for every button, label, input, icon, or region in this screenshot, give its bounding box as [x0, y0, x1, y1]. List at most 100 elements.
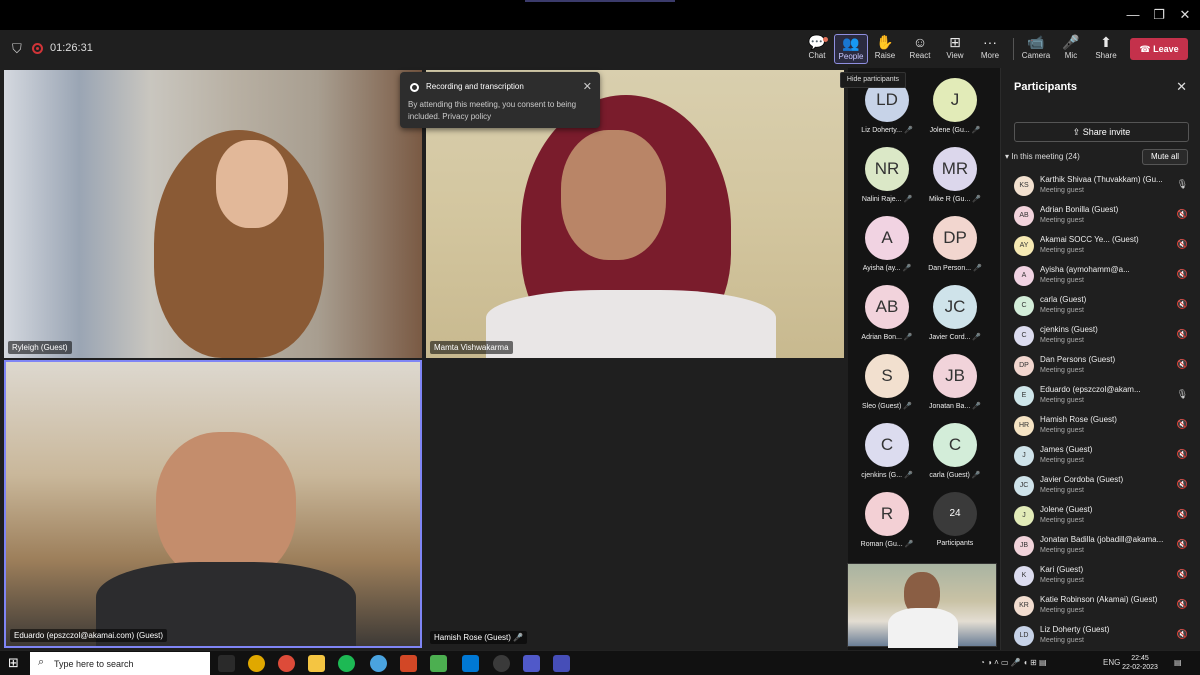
mic-off-icon: 🎤 [902, 541, 914, 548]
app-icon[interactable] [370, 655, 387, 672]
mic-off-icon[interactable]: 🔇 [1177, 569, 1188, 580]
participant-name: Dan Persons (Guest) [1040, 355, 1116, 364]
react-button[interactable]: ☺ React [903, 34, 937, 64]
notification-center-icon[interactable]: ▤ [1174, 658, 1182, 667]
grid-participant[interactable]: R Roman (Gu... 🎤 [852, 484, 922, 552]
self-view-video[interactable] [847, 563, 997, 648]
mic-off-icon[interactable]: 🔇 [1177, 329, 1188, 340]
grid-participant[interactable]: Ccjenkins (G... 🎤 [852, 415, 922, 483]
participant-row[interactable]: J Jolene (Guest) Meeting guest 🔇 [1014, 501, 1194, 531]
mic-off-icon[interactable]: 🔇 [1177, 509, 1188, 520]
mic-off-icon: 🎤 [902, 127, 913, 134]
close-panel-icon[interactable]: ✕ [1176, 79, 1187, 95]
participant-row[interactable]: KR Katie Robinson (Akamai) (Guest) Meeting… [1014, 591, 1194, 621]
task-view-icon[interactable] [218, 655, 235, 672]
mic-off-icon[interactable]: 🔇 [1177, 359, 1188, 370]
teams-icon[interactable] [523, 655, 540, 672]
close-window-button[interactable]: ✕ [1170, 6, 1200, 24]
mic-off-icon: 🎤 [901, 196, 913, 203]
mic-off-icon[interactable]: 🔇 [1177, 539, 1188, 550]
mic-off-icon[interactable]: 🔇 [1177, 209, 1188, 220]
mic-off-icon[interactable]: 🔇 [1177, 449, 1188, 460]
participant-role: Meeting guest [1040, 427, 1084, 434]
notification-body[interactable]: By attending this meeting, you consent t… [408, 99, 588, 123]
participant-row[interactable]: JB Jonatan Badilla (jobadill@akama... Meet… [1014, 531, 1194, 561]
grid-participant[interactable]: JC Javier Cord... 🎤 [920, 277, 990, 345]
close-icon[interactable]: ✕ [583, 80, 592, 93]
participant-name: Nalini Raje... 🎤 [861, 196, 913, 203]
grid-participant[interactable]: 24 Participants [920, 484, 990, 552]
settings-icon[interactable] [493, 655, 510, 672]
participant-row[interactable]: A Ayisha (aymohamm@a... Meeting guest 🔇 [1014, 261, 1194, 291]
chat-button[interactable]: 💬 Chat [800, 34, 834, 64]
participant-role: Meeting guest [1040, 367, 1084, 374]
participant-row[interactable]: AY Akamai SOCC Ye... (Guest) Meeting guest… [1014, 231, 1194, 261]
powerpoint-icon[interactable] [400, 655, 417, 672]
participant-row[interactable]: J James (Guest) Meeting guest 🔇 [1014, 441, 1194, 471]
taskbar-search[interactable]: ⌕ Type here to search [30, 652, 210, 675]
participant-role: Meeting guest [1040, 577, 1084, 584]
sticky-notes-icon[interactable] [308, 655, 325, 672]
mic-off-icon[interactable]: 🔇 [1177, 479, 1188, 490]
mic-button[interactable]: 🎤 Mic [1054, 34, 1088, 64]
video-tile[interactable]: Hamish Rose (Guest) 🎤 [426, 360, 844, 648]
participant-row[interactable]: KS Karthik Shivaa (Thuvakkam) (Gu... Meeti… [1014, 171, 1194, 201]
share-button[interactable]: ⬆ Share [1089, 34, 1123, 64]
avatar: E [1014, 386, 1034, 406]
grid-participant[interactable]: JB Jonatan Ba... 🎤 [920, 346, 990, 414]
grid-participant[interactable]: MR Mike R (Gu... 🎤 [920, 139, 990, 207]
sheets-icon[interactable] [430, 655, 447, 672]
teams-active-icon[interactable] [553, 655, 570, 672]
mic-off-icon[interactable]: 🔇 [1177, 629, 1188, 640]
taskbar-clock[interactable]: 22:45 22-02-2023 [1119, 654, 1161, 672]
participant-row[interactable]: AB Adrian Bonilla (Guest) Meeting guest 🔇 [1014, 201, 1194, 231]
windows-start-icon[interactable]: ⊞ [8, 656, 22, 670]
participant-role: Meeting guest [1040, 217, 1084, 224]
participant-name: cjenkins (Guest) [1040, 325, 1098, 334]
video-tile[interactable]: Ryleigh (Guest) [4, 70, 422, 358]
more-button[interactable]: ··· More [973, 34, 1007, 64]
microphone-icon[interactable]: 🎙 [1177, 179, 1188, 190]
grid-participant[interactable]: NR Nalini Raje... 🎤 [852, 139, 922, 207]
grid-participant[interactable]: S Sleo (Guest) 🎤 [852, 346, 922, 414]
mic-off-icon[interactable]: 🔇 [1177, 269, 1188, 280]
microphone-icon[interactable]: 🎙 [1177, 389, 1188, 400]
participant-row[interactable]: E Eduardo (epszczol@akam... Meeting guest 🎙 [1014, 381, 1194, 411]
mic-off-icon[interactable]: 🔇 [1177, 599, 1188, 610]
view-button[interactable]: ⊞ View [938, 34, 972, 64]
outlook-icon[interactable] [462, 655, 479, 672]
grid-participant[interactable]: Ccarla (Guest) 🎤 [920, 415, 990, 483]
participant-row[interactable]: K Kari (Guest) Meeting guest 🔇 [1014, 561, 1194, 591]
grid-participant[interactable]: J Jolene (Gu... 🎤 [920, 70, 990, 138]
spotify-icon[interactable] [338, 655, 355, 672]
mic-off-icon[interactable]: 🔇 [1177, 239, 1188, 250]
grid-participant[interactable]: DP Dan Person... 🎤 [920, 208, 990, 276]
share-invite-button[interactable]: ⇪ Share invite [1014, 122, 1189, 142]
participant-row[interactable]: Ccjenkins (Guest) Meeting guest 🔇 [1014, 321, 1194, 351]
mic-off-icon: 🎤 [971, 265, 982, 272]
tray-icons[interactable]: ◔ ◑ ˄ ▭ 🎤 ◖ ⊞ ▤ [980, 658, 1047, 667]
camera-button[interactable]: 📹 Camera [1019, 34, 1053, 64]
participant-row[interactable]: HR Hamish Rose (Guest) Meeting guest 🔇 [1014, 411, 1194, 441]
avatar: 24 [933, 492, 977, 536]
participant-name: Eduardo (epszczol@akam... [1040, 385, 1141, 394]
people-button[interactable]: 👥 People [834, 34, 868, 64]
mic-off-icon[interactable]: 🔇 [1177, 299, 1188, 310]
mute-all-button[interactable]: Mute all [1142, 149, 1188, 165]
mic-off-icon[interactable]: 🔇 [1177, 419, 1188, 430]
participant-name: Mike R (Gu... 🎤 [929, 196, 981, 203]
chrome-profile-icon[interactable] [278, 655, 295, 672]
participant-row[interactable]: LD Liz Doherty (Guest) Meeting guest 🔇 [1014, 621, 1194, 651]
video-tile-active-speaker[interactable]: Eduardo (epszczol@akamai.com) (Guest) [4, 360, 422, 648]
mic-off-icon: 🎤 [969, 127, 981, 134]
grid-participant[interactable]: A Ayisha (ay... 🎤 [852, 208, 922, 276]
chrome-icon[interactable] [248, 655, 265, 672]
raise-hand-button[interactable]: ✋ Raise [868, 34, 902, 64]
leave-button[interactable]: ☎ Leave [1130, 38, 1188, 60]
participant-row[interactable]: JC Javier Cordoba (Guest) Meeting guest 🔇 [1014, 471, 1194, 501]
participant-row[interactable]: DP Dan Persons (Guest) Meeting guest 🔇 [1014, 351, 1194, 381]
participant-row[interactable]: Ccarla (Guest) Meeting guest 🔇 [1014, 291, 1194, 321]
language-indicator[interactable]: ENG [1103, 658, 1120, 667]
in-meeting-header[interactable]: ▾ In this meeting (24) [1005, 152, 1080, 161]
grid-participant[interactable]: AB Adrian Bon... 🎤 [852, 277, 922, 345]
